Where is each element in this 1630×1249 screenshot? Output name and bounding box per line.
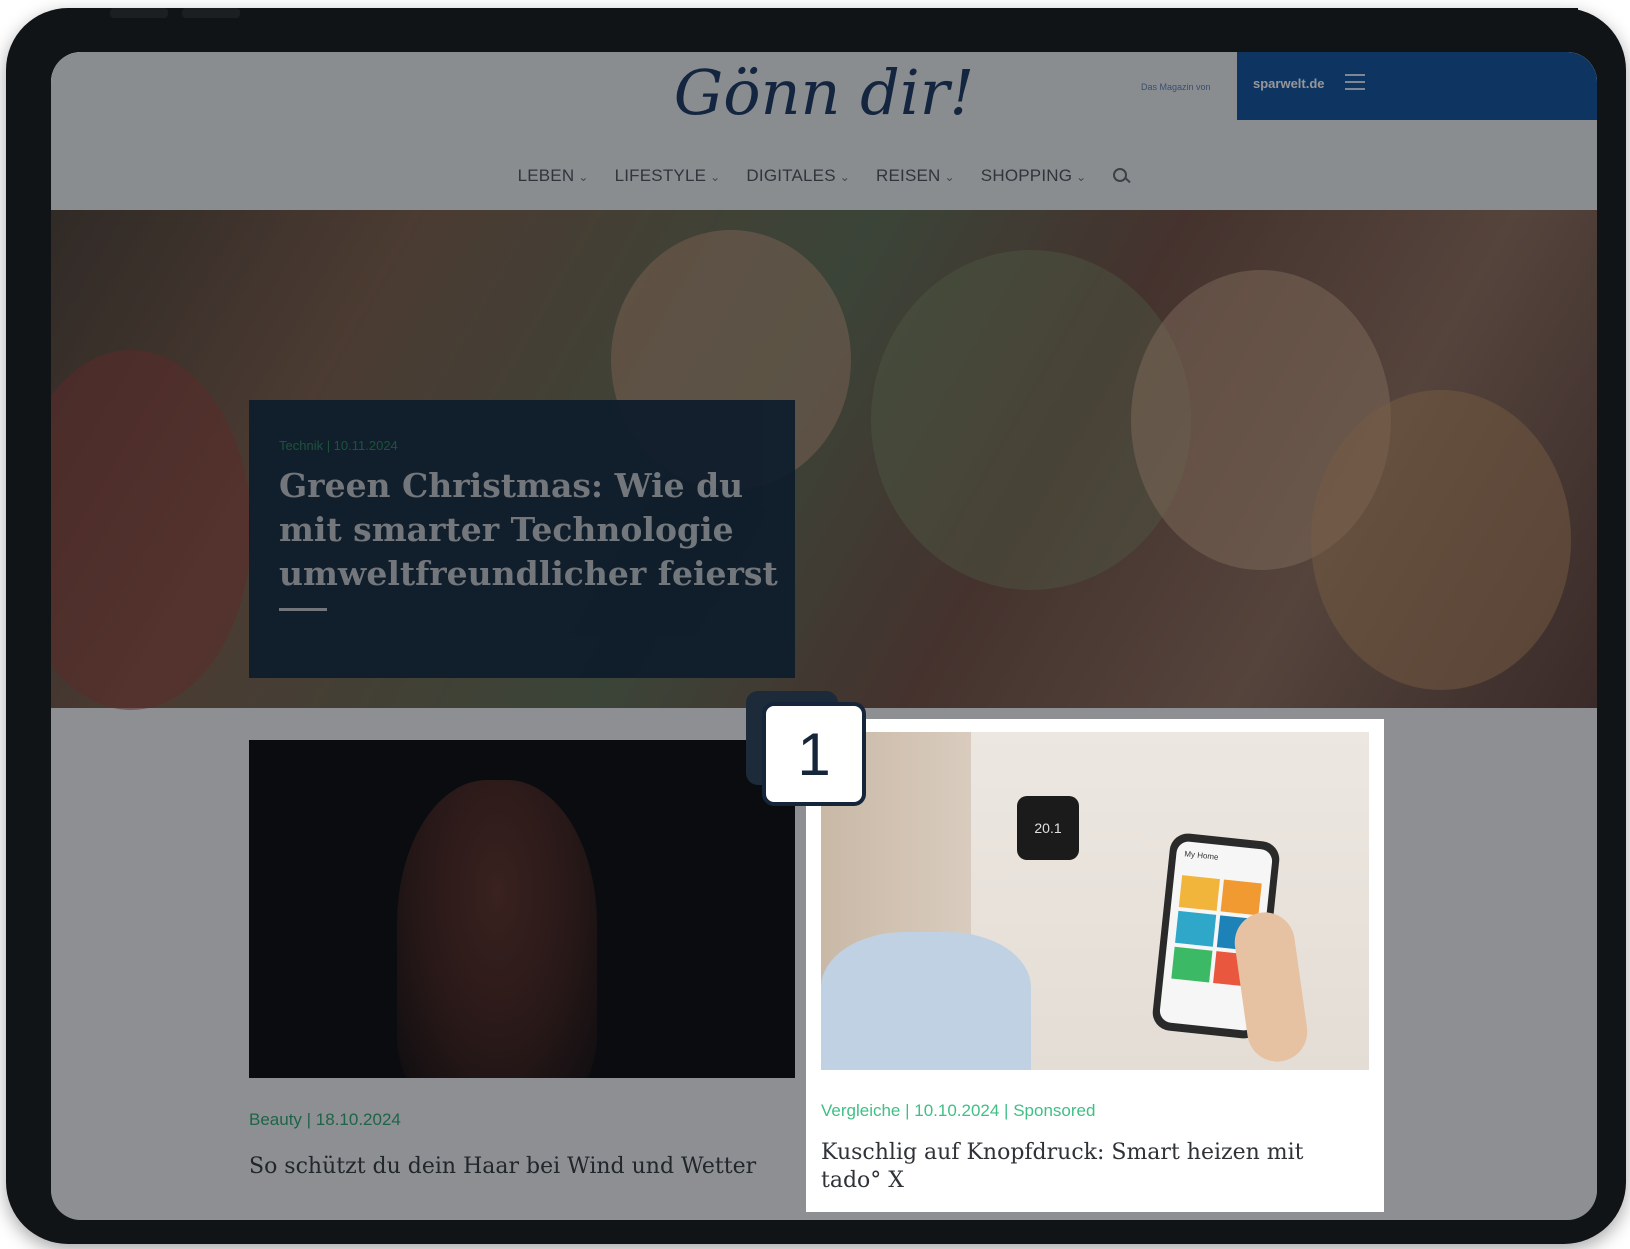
nav-item-shopping[interactable]: SHOPPING ⌄	[981, 166, 1087, 186]
chevron-down-icon: ⌄	[839, 170, 851, 184]
article-image-hair[interactable]	[249, 740, 795, 1078]
highlighted-article-card[interactable]: 20.1 My Home Vergleiche | 10.10.2024 | S…	[806, 719, 1384, 1212]
partner-logo[interactable]: sparwelt.de	[1253, 76, 1325, 91]
device-button	[110, 8, 168, 18]
chevron-down-icon: ⌄	[944, 170, 955, 184]
article-image-thermostat[interactable]: 20.1 My Home	[821, 732, 1369, 1070]
hero-meta: Technik | 10.11.2024	[279, 438, 398, 453]
hero-teaser-card[interactable]: Technik | 10.11.2024 Green Christmas: Wi…	[249, 400, 795, 678]
hero-banner[interactable]: Technik | 10.11.2024 Green Christmas: Wi…	[51, 210, 1597, 710]
hero-title[interactable]: Green Christmas: Wie du mit smarter Tech…	[279, 464, 779, 596]
menu-icon[interactable]	[1345, 74, 1365, 92]
thermostat-device: 20.1	[1017, 796, 1079, 860]
hand-shape	[1230, 908, 1312, 1066]
partner-label: Das Magazin von	[1141, 82, 1211, 92]
hero-photo-shape	[51, 350, 251, 710]
hero-divider	[279, 608, 327, 611]
shirt-shape	[821, 932, 1031, 1070]
step-marker: 1	[762, 702, 866, 806]
hair-photo-shape	[397, 780, 597, 1078]
phone-heading: My Home	[1183, 849, 1219, 862]
nav-item-leben[interactable]: LEBEN ⌄	[518, 166, 589, 186]
nav-item-reisen[interactable]: REISEN ⌄	[876, 166, 955, 186]
article-title[interactable]: Kuschlig auf Knopfdruck: Smart heizen mi…	[821, 1139, 1341, 1195]
room-tile	[1178, 875, 1220, 911]
room-tile	[1171, 946, 1213, 983]
device-button	[1530, 8, 1578, 36]
chevron-down-icon: ⌄	[710, 170, 721, 184]
partner-banner[interactable]: sparwelt.de	[1237, 52, 1597, 120]
main-nav: LEBEN ⌄ LIFESTYLE ⌄ DIGITALES ⌄ REISEN ⌄ SHO…	[51, 166, 1597, 186]
room-tile	[1220, 879, 1262, 916]
chevron-down-icon: ⌄	[1076, 170, 1087, 184]
nav-item-digitales[interactable]: DIGITALES ⌄	[746, 166, 850, 186]
room-tile	[1175, 910, 1217, 947]
search-icon[interactable]	[1112, 167, 1130, 185]
article-title[interactable]: So schützt du dein Haar bei Wind und Wet…	[249, 1154, 795, 1179]
device-button	[182, 8, 240, 18]
hero-photo-shape	[1311, 390, 1571, 690]
chevron-down-icon: ⌄	[578, 170, 589, 184]
device-side-button	[6, 78, 14, 142]
site-header: Gönn dir! Das Magazin von sparwelt.de LE…	[51, 52, 1597, 210]
nav-item-lifestyle[interactable]: LIFESTYLE ⌄	[615, 166, 721, 186]
thermostat-reading: 20.1	[1034, 820, 1062, 836]
article-meta: Beauty | 18.10.2024	[249, 1110, 401, 1129]
article-meta: Vergleiche | 10.10.2024 | Sponsored	[821, 1101, 1096, 1120]
